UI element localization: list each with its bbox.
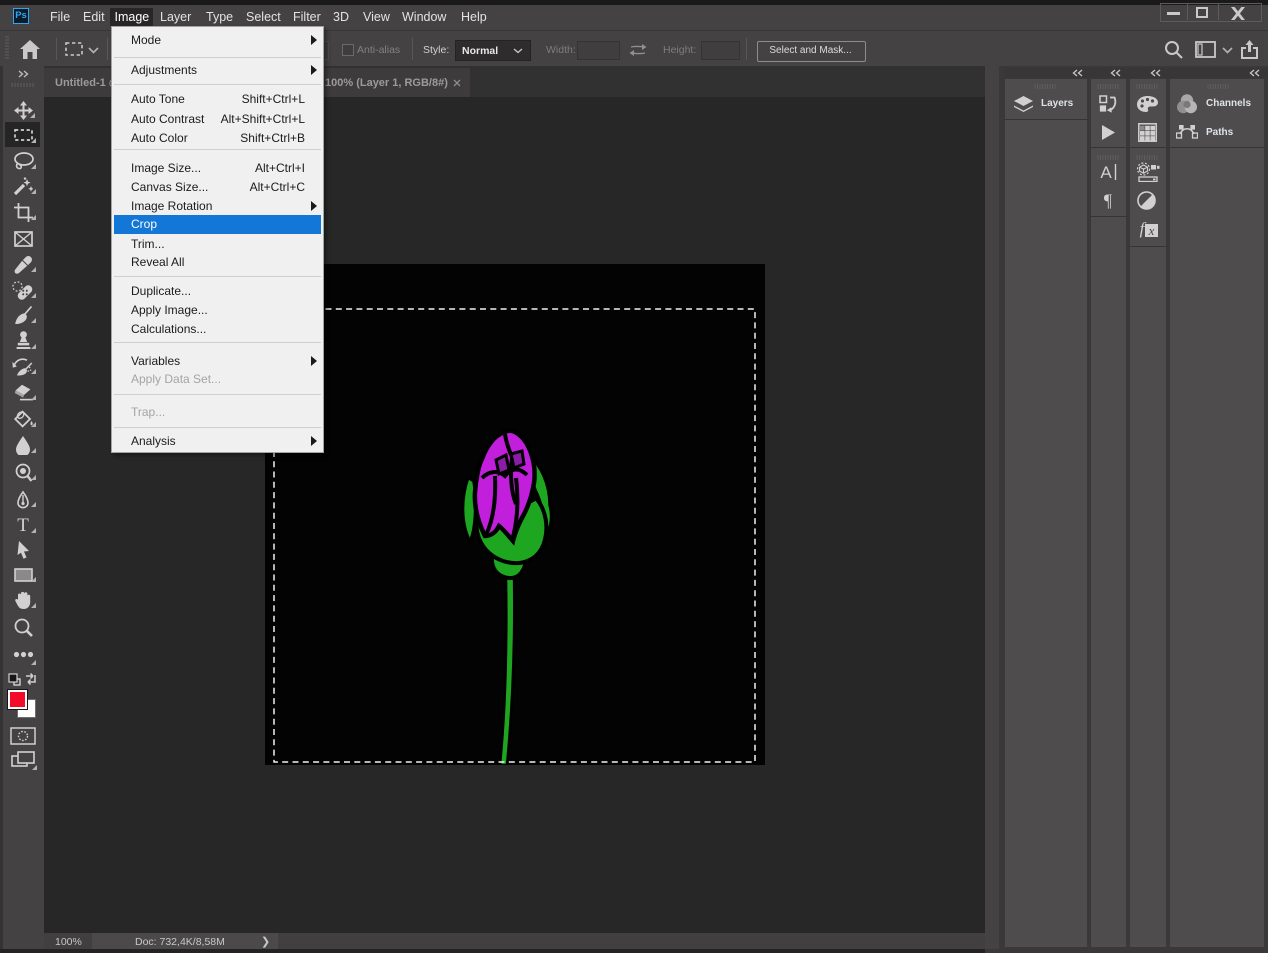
svg-text:¶: ¶ xyxy=(1104,191,1112,209)
svg-text:x: x xyxy=(1148,223,1155,238)
svg-text:T: T xyxy=(17,516,29,534)
svg-text:A: A xyxy=(1100,163,1112,181)
